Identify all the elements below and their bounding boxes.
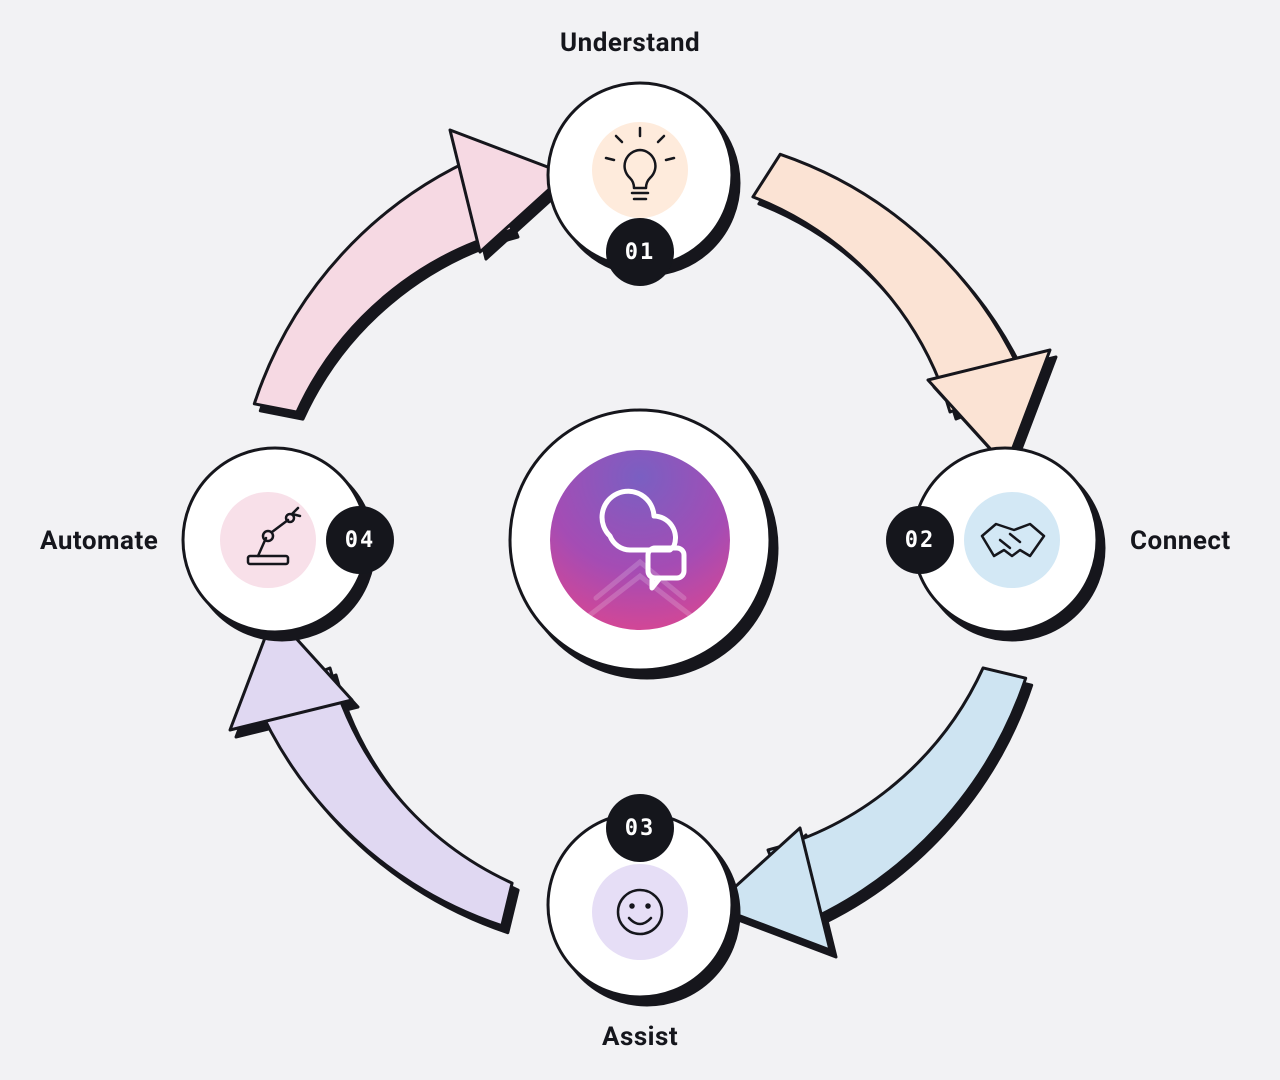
label-automate: Automate <box>40 526 158 556</box>
step-badge-04: 04 <box>326 506 394 574</box>
label-understand: Understand <box>560 28 700 58</box>
label-assist: Assist <box>602 1022 678 1052</box>
step-badge-02: 02 <box>886 506 954 574</box>
arrow-assist-to-automate <box>230 614 512 926</box>
center-node <box>510 410 770 670</box>
arrow-understand-to-connect <box>753 154 1050 466</box>
arrow-connect-to-assist <box>714 668 1026 950</box>
step-badge-03: 03 <box>606 794 674 862</box>
cycle-svg <box>0 0 1280 1080</box>
label-connect: Connect <box>1130 526 1231 556</box>
arrow-automate-to-understand <box>254 130 566 412</box>
step-badge-01: 01 <box>606 218 674 286</box>
process-cycle-diagram: 01 02 03 04 Understand Connect Assist Au… <box>0 0 1280 1080</box>
